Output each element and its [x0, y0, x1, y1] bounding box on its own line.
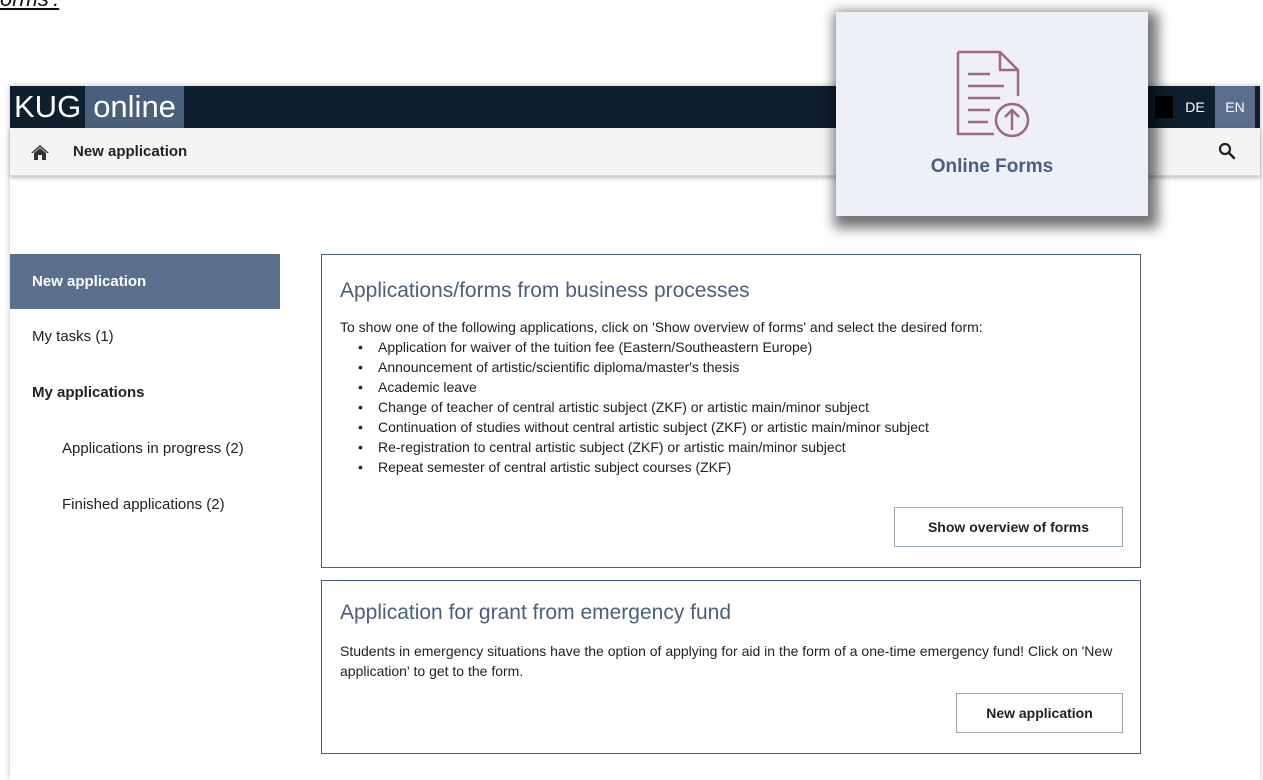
home-icon[interactable]	[30, 142, 50, 162]
logo-secondary: online	[85, 86, 184, 128]
list-item: Continuation of studies without central …	[358, 417, 929, 437]
business-processes-panel: Applications/forms from business process…	[321, 254, 1141, 568]
app-logo[interactable]: KUG online	[10, 86, 184, 128]
emergency-fund-panel: Application for grant from emergency fun…	[321, 580, 1141, 754]
sidebar-item-new-application[interactable]: New application	[10, 254, 280, 309]
sidebar-item-applications-in-progress[interactable]: Applications in progress (2)	[10, 421, 280, 477]
list-item: Re-registration to central artistic subj…	[358, 437, 929, 457]
panel-description: To show one of the following application…	[340, 319, 983, 335]
language-de-button[interactable]: DE	[1177, 86, 1213, 128]
callout-label: Online Forms	[930, 156, 1054, 177]
form-list: Application for waiver of the tuition fe…	[358, 337, 929, 477]
list-item: Application for waiver of the tuition fe…	[358, 337, 929, 357]
page-title: New application	[73, 143, 188, 160]
topbar-divider	[1155, 96, 1173, 118]
sidebar-item-finished-applications[interactable]: Finished applications (2)	[10, 477, 280, 533]
search-icon[interactable]	[1218, 142, 1236, 160]
sidebar-item-my-tasks[interactable]: My tasks (1)	[10, 309, 280, 365]
panel-title: Application for grant from emergency fun…	[340, 601, 732, 624]
show-overview-of-forms-button[interactable]: Show overview of forms	[894, 507, 1123, 547]
language-en-button[interactable]: EN	[1215, 86, 1255, 128]
list-item: Repeat semester of central artistic subj…	[358, 457, 929, 477]
logo-primary: KUG	[14, 89, 82, 124]
panel-title: Applications/forms from business process…	[340, 279, 750, 302]
list-item: Change of teacher of central artistic su…	[358, 397, 929, 417]
panel-description: Students in emergency situations have th…	[340, 643, 1113, 679]
sidebar-nav: New application My tasks (1) My applicat…	[10, 254, 280, 533]
online-forms-callout[interactable]: Online Forms	[836, 12, 1148, 216]
document-upload-icon	[956, 50, 1030, 138]
new-application-button[interactable]: New application	[956, 693, 1123, 733]
document-fragment-text: orms'.	[0, 0, 59, 12]
list-item: Academic leave	[358, 377, 929, 397]
sidebar-item-my-applications[interactable]: My applications	[10, 365, 280, 421]
list-item: Announcement of artistic/scientific dipl…	[358, 357, 929, 377]
